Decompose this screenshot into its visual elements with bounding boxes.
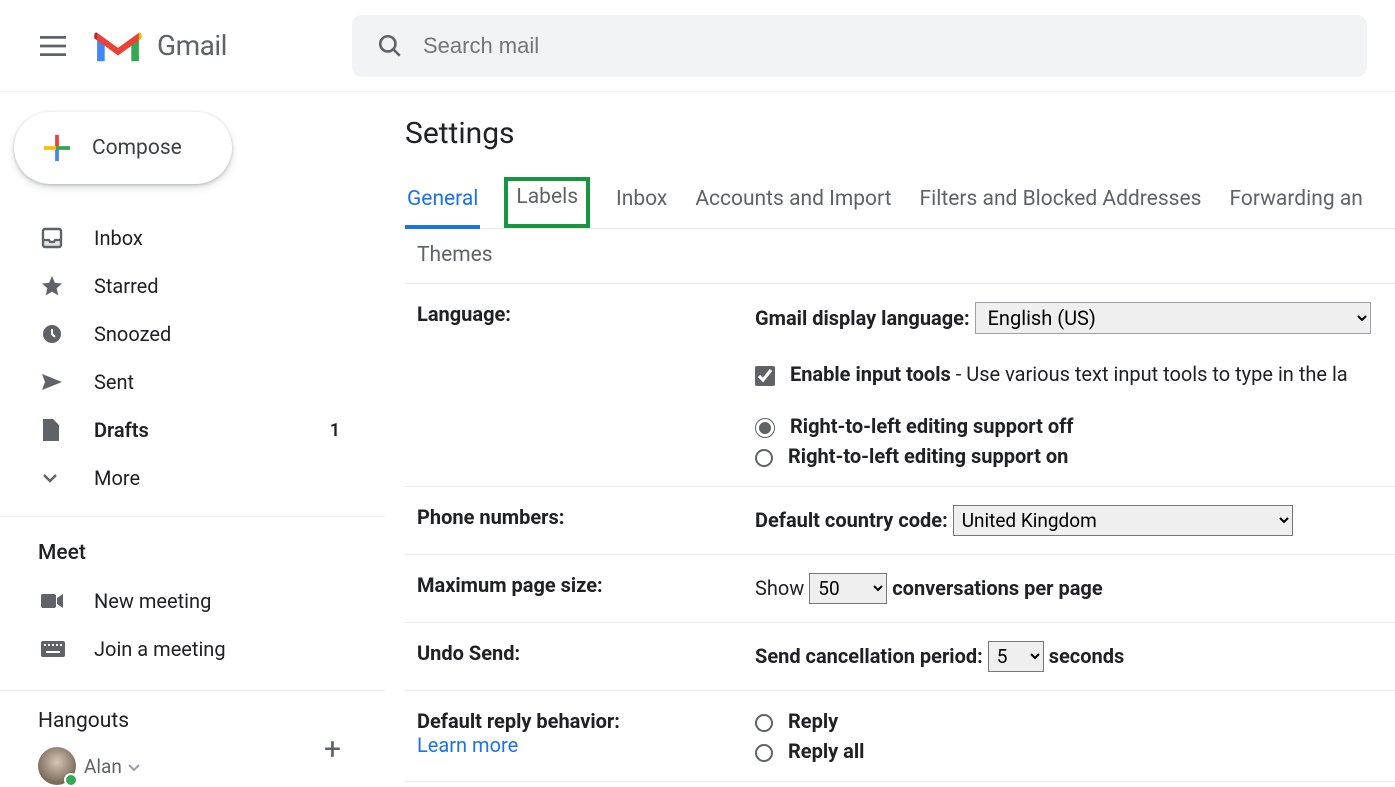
drafts-count: 1: [330, 420, 340, 441]
sidebar-item-label: Sent: [94, 370, 134, 394]
rtl-on-radio[interactable]: [755, 449, 773, 467]
page-size-suffix: conversations per page: [892, 576, 1102, 600]
clock-icon: [40, 322, 68, 346]
gmail-logo[interactable]: Gmail: [93, 27, 227, 65]
sidebar-item-more[interactable]: More: [0, 454, 385, 502]
country-code-select[interactable]: United Kingdom: [953, 505, 1293, 536]
user-name[interactable]: Alan: [84, 755, 122, 778]
setting-page-size: Maximum page size: Show 50 conversations…: [405, 555, 1395, 623]
setting-label: Undo Send:: [417, 641, 755, 672]
gmail-logo-icon: [93, 27, 143, 65]
compose-button[interactable]: Compose: [14, 112, 232, 184]
page-size-select[interactable]: 50: [809, 573, 887, 604]
hangouts-section: Hangouts Alan +: [0, 690, 385, 785]
hamburger-icon: [40, 36, 66, 56]
send-icon: [40, 370, 68, 394]
compose-label: Compose: [92, 136, 182, 160]
tab-labels[interactable]: Labels: [504, 177, 590, 228]
chevron-down-icon: [40, 468, 68, 488]
inbox-icon: [40, 226, 68, 250]
avatar[interactable]: [38, 747, 76, 785]
add-contact-button[interactable]: +: [324, 732, 341, 767]
sidebar-item-join-meeting[interactable]: Join a meeting: [0, 625, 385, 673]
keyboard-icon: [40, 640, 68, 658]
meet-section-header: Meet: [0, 517, 385, 577]
setting-undo-send: Undo Send: Send cancellation period: 5 s…: [405, 623, 1395, 691]
tab-themes[interactable]: Themes: [405, 229, 1395, 284]
file-icon: [40, 418, 68, 442]
reply-label: Reply: [788, 709, 838, 733]
show-text: Show: [755, 576, 804, 600]
sidebar-item-label: Snoozed: [94, 322, 171, 346]
tab-general[interactable]: General: [405, 181, 480, 229]
search-input[interactable]: [423, 33, 1323, 59]
sidebar-item-snoozed[interactable]: Snoozed: [0, 310, 385, 358]
undo-prefix: Send cancellation period:: [755, 644, 983, 668]
rtl-off-radio[interactable]: [755, 418, 775, 438]
input-tools-label: Enable input tools: [790, 362, 951, 386]
setting-label: Default reply behavior: Learn more: [417, 709, 755, 763]
undo-period-select[interactable]: 5: [988, 641, 1044, 672]
sidebar-item-drafts[interactable]: Drafts 1: [0, 406, 385, 454]
star-icon: [40, 274, 68, 298]
reply-radio[interactable]: [755, 714, 773, 732]
plus-icon: [42, 133, 72, 163]
rtl-on-label: Right-to-left editing support on: [788, 444, 1068, 468]
sidebar-item-sent[interactable]: Sent: [0, 358, 385, 406]
camera-icon: [40, 591, 68, 611]
tab-accounts-import[interactable]: Accounts and Import: [693, 181, 893, 228]
learn-more-link[interactable]: Learn more: [417, 733, 755, 757]
rtl-off-label: Right-to-left editing support off: [790, 414, 1074, 438]
sidebar-item-label: Join a meeting: [94, 637, 226, 661]
search-bar[interactable]: [352, 15, 1367, 77]
gmail-logo-text: Gmail: [157, 29, 227, 62]
sidebar: Compose Inbox Starred Snoozed Sent Draft…: [0, 92, 385, 785]
setting-phone-numbers: Phone numbers: Default country code: Uni…: [405, 487, 1395, 555]
tab-inbox[interactable]: Inbox: [614, 181, 669, 228]
app-header: Gmail: [0, 0, 1395, 92]
sidebar-item-inbox[interactable]: Inbox: [0, 214, 385, 262]
undo-suffix: seconds: [1049, 644, 1125, 668]
country-code-label: Default country code:: [755, 508, 948, 532]
setting-language: Language: Gmail display language: Englis…: [405, 284, 1395, 487]
sidebar-item-label: Drafts: [94, 418, 149, 442]
sidebar-item-label: New meeting: [94, 589, 211, 613]
sidebar-item-starred[interactable]: Starred: [0, 262, 385, 310]
reply-all-radio[interactable]: [755, 744, 773, 762]
caret-down-icon[interactable]: [128, 757, 140, 776]
setting-label: Language:: [417, 302, 755, 468]
reply-all-label: Reply all: [788, 739, 864, 763]
sidebar-item-label: Starred: [94, 274, 159, 298]
reply-behavior-label: Default reply behavior:: [417, 709, 755, 733]
tab-forwarding[interactable]: Forwarding an: [1227, 181, 1364, 228]
main-menu-button[interactable]: [35, 28, 71, 64]
tab-filters-blocked[interactable]: Filters and Blocked Addresses: [918, 181, 1204, 228]
enable-input-tools-checkbox[interactable]: [755, 366, 775, 386]
display-language-label: Gmail display language:: [755, 306, 970, 330]
sidebar-item-new-meeting[interactable]: New meeting: [0, 577, 385, 625]
main-content: Settings General Labels Inbox Accounts a…: [385, 92, 1395, 785]
display-language-select[interactable]: English (US): [975, 302, 1371, 334]
page-title: Settings: [405, 116, 1395, 151]
sidebar-item-label: More: [94, 466, 140, 490]
search-icon: [377, 33, 403, 59]
settings-tabs: General Labels Inbox Accounts and Import…: [405, 181, 1395, 229]
setting-default-reply: Default reply behavior: Learn more Reply…: [405, 691, 1395, 782]
setting-label: Phone numbers:: [417, 505, 755, 536]
hangouts-header: Hangouts: [38, 709, 385, 733]
input-tools-desc: - Use various text input tools to type i…: [951, 362, 1348, 386]
sidebar-item-label: Inbox: [94, 226, 143, 250]
setting-label: Maximum page size:: [417, 573, 755, 604]
